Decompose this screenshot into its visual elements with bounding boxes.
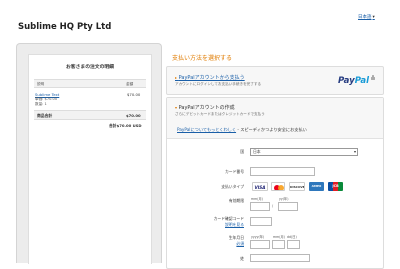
birthdate-required: 必須 xyxy=(236,241,244,246)
paypal-login-description: アカウントにログインしてお支払い手続きを完了する xyxy=(175,82,262,86)
subtotal-value: $70.00 xyxy=(126,113,141,118)
language-label: 日本語 xyxy=(358,15,372,20)
create-account-title: ▾ PayPalアカウントの作成 xyxy=(175,104,235,111)
expiry-month-input[interactable] xyxy=(250,202,270,211)
country-select[interactable]: 日本 ▾ xyxy=(250,148,358,156)
choose-payment-title: 支払い方法を選択する xyxy=(172,55,233,62)
birth-year-input[interactable] xyxy=(250,240,270,249)
country-label: 国 xyxy=(240,149,244,154)
paypal-logo: PayPal xyxy=(338,76,369,86)
lock-icon xyxy=(371,74,375,80)
subtotal-label: 商品合計 xyxy=(37,113,53,118)
birth-year-hint: yyyy(年) xyxy=(251,235,265,239)
chevron-down-icon: ▾ xyxy=(372,15,375,20)
learn-more-link[interactable]: PayPalについてもっとくわしく xyxy=(177,127,236,132)
language-selector[interactable]: 日本語▾ xyxy=(358,14,375,20)
subtotal-row: 商品合計 $70.00 xyxy=(34,110,146,120)
card-number-label: カード番号 xyxy=(225,169,244,174)
order-summary-title: お客さまの注文の明細 xyxy=(66,65,114,70)
order-summary-card: お客さまの注文の明細 説明 金額 Sublime Text 単価: $70.00… xyxy=(28,54,152,264)
jcb-card-icon: JCB xyxy=(328,182,343,191)
discover-card-icon: DISCOVER xyxy=(289,182,305,191)
birth-day-hint: dd(日) xyxy=(287,235,297,239)
birth-month-input[interactable] xyxy=(272,240,285,249)
card-type-label: 支払いタイプ xyxy=(221,184,244,189)
surname-label: 姓 xyxy=(240,256,244,261)
order-total: 合計$70.00 USD xyxy=(109,123,142,128)
expiry-separator: / xyxy=(272,204,274,208)
paypal-login-link[interactable]: ▸ PayPalアカウントから支払う xyxy=(175,74,245,81)
triangle-right-icon: ▸ xyxy=(175,75,178,80)
paypal-logo-pal: Pal xyxy=(354,76,370,86)
expiry-year-input[interactable] xyxy=(278,202,298,211)
expiry-year-hint: yy(年) xyxy=(279,197,289,201)
paypal-login-option[interactable]: ▸ PayPalアカウントから支払う アカウントにログインしてお支払い手続きを完… xyxy=(166,66,384,95)
create-account-header: ▾ PayPalアカウントの作成 さらにデビットカードまたはクレジットカードで支… xyxy=(167,98,383,139)
expiry-label: 有効期限 xyxy=(228,198,244,203)
birth-day-input[interactable] xyxy=(287,240,300,249)
item-quantity: 数量: 1 xyxy=(35,102,47,106)
merchant-name: Sublime HQ Pty Ltd xyxy=(18,22,112,32)
expiry-month-hint: mm(月) xyxy=(251,197,263,201)
learn-more-tagline: - スピーディかつより安全にお支払い xyxy=(236,127,307,132)
column-description: 説明 xyxy=(37,81,45,86)
create-account-title-text: PayPalアカウントの作成 xyxy=(178,105,235,111)
order-summary-header-row: 説明 金額 xyxy=(34,79,146,88)
order-summary-panel: お客さまの注文の明細 説明 金額 Sublime Text 単価: $70.00… xyxy=(16,43,162,264)
card-number-input[interactable] xyxy=(250,167,315,176)
item-amount: $70.00 xyxy=(127,92,141,97)
amex-card-icon: AMEX xyxy=(309,182,324,191)
visa-card-icon: VISA xyxy=(252,182,268,191)
country-value: 日本 xyxy=(253,149,261,154)
paypal-login-label: PayPalアカウントから支払う xyxy=(178,75,245,81)
cvv-input[interactable] xyxy=(250,217,272,226)
birth-month-hint: mm(月) xyxy=(273,235,285,239)
triangle-down-icon: ▾ xyxy=(175,105,178,110)
select-caret-icon: ▾ xyxy=(353,149,356,154)
surname-input[interactable] xyxy=(250,254,310,262)
paypal-logo-pay: Pay xyxy=(338,76,355,86)
cvv-help-link[interactable]: 説明を見る xyxy=(210,222,244,228)
create-account-description: さらにデビットカードまたはクレジットカードで支払う xyxy=(175,112,265,116)
column-amount: 金額 xyxy=(126,81,134,86)
learn-more-line: PayPalについてもっとくわしく - スピーディかつより安全にお支払い xyxy=(177,127,307,133)
mastercard-card-icon xyxy=(271,182,285,191)
